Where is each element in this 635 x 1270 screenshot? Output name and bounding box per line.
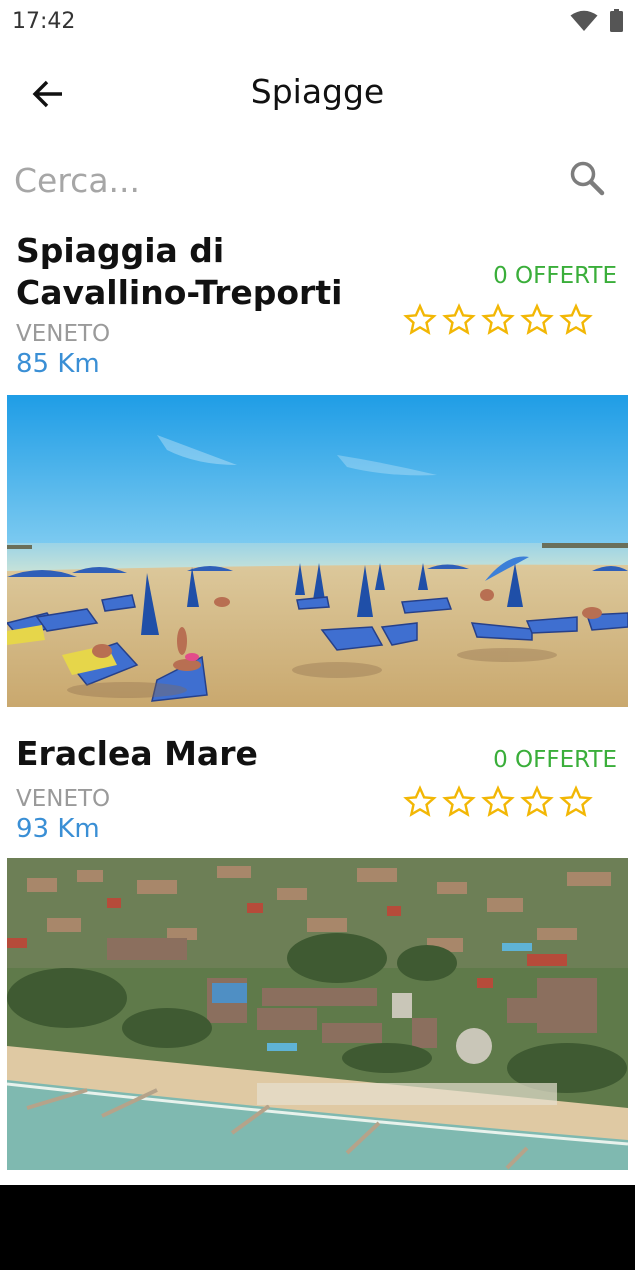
star-icon[interactable] xyxy=(481,785,515,819)
star-rating[interactable] xyxy=(403,785,603,821)
star-icon[interactable] xyxy=(520,785,554,819)
star-icon[interactable] xyxy=(403,303,437,337)
status-time: 17:42 xyxy=(12,9,76,34)
beach-card[interactable]: Eraclea Mare 0 OFFERTE VENETO 93 Km xyxy=(0,730,635,1172)
search-icon[interactable] xyxy=(567,158,607,198)
star-icon[interactable] xyxy=(481,303,515,337)
search-input[interactable] xyxy=(12,154,556,206)
beach-photo-image xyxy=(7,395,628,707)
search-bar xyxy=(0,150,635,210)
page-title: Spiagge xyxy=(250,72,385,111)
battery-icon xyxy=(610,9,623,32)
star-icon[interactable] xyxy=(442,785,476,819)
beach-photo[interactable] xyxy=(7,395,628,707)
star-icon[interactable] xyxy=(520,303,554,337)
navigation-bar xyxy=(0,1185,635,1270)
star-icon[interactable] xyxy=(559,785,593,819)
beach-photo[interactable] xyxy=(7,858,628,1170)
star-rating[interactable] xyxy=(403,303,603,339)
beach-region: VENETO xyxy=(16,786,111,812)
app-bar: Spiagge xyxy=(0,42,635,142)
beach-name: Eraclea Mare xyxy=(16,734,258,773)
star-icon[interactable] xyxy=(559,303,593,337)
star-icon[interactable] xyxy=(442,303,476,337)
beach-card[interactable]: Spiaggia di Cavallino-Treporti 0 OFFERTE… xyxy=(0,228,635,708)
offers-badge: 0 OFFERTE xyxy=(493,263,617,289)
beach-distance: 85 Km xyxy=(16,349,100,379)
beach-photo-image xyxy=(7,858,628,1170)
offers-badge: 0 OFFERTE xyxy=(493,747,617,773)
wifi-icon xyxy=(570,10,598,31)
star-icon[interactable] xyxy=(403,785,437,819)
beach-name: Spiaggia di Cavallino-Treporti xyxy=(16,231,343,312)
beach-region: VENETO xyxy=(16,321,111,347)
beach-distance: 93 Km xyxy=(16,814,100,844)
status-bar: 17:42 xyxy=(0,0,635,42)
